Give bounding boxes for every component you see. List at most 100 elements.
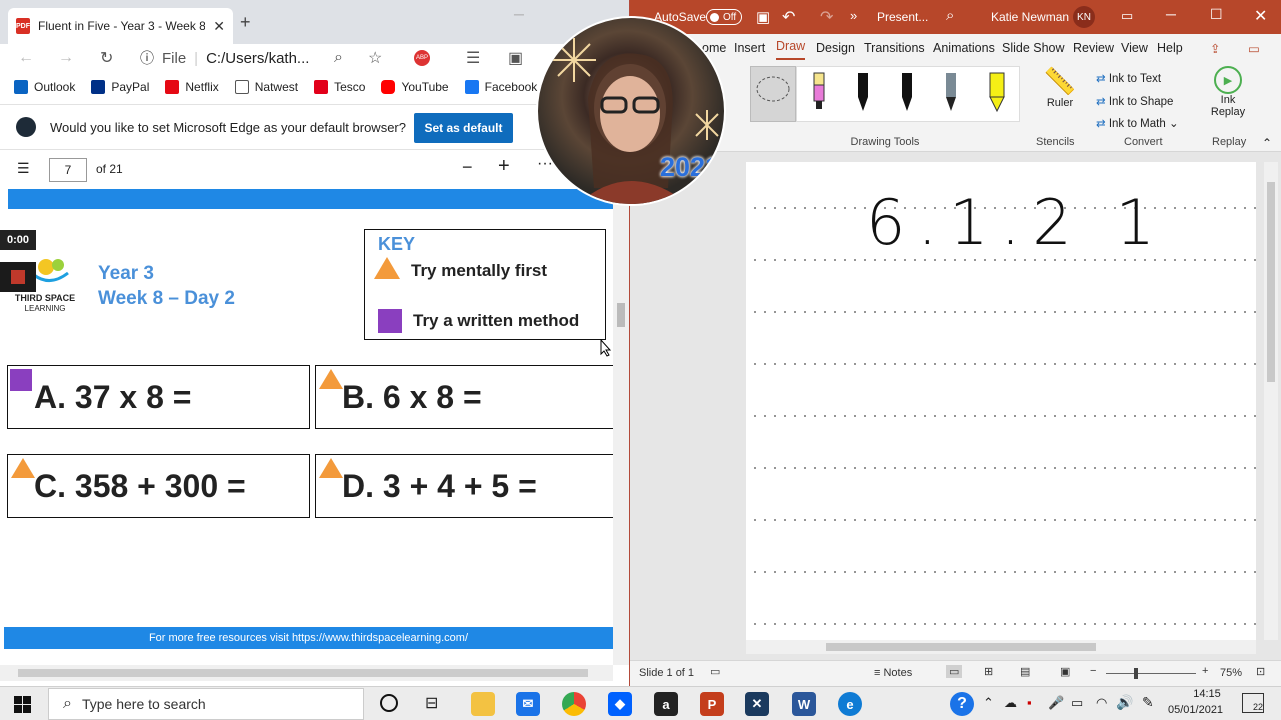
new-tab-icon[interactable]: + bbox=[240, 12, 251, 33]
notification-center-icon[interactable]: 22 bbox=[1242, 693, 1264, 713]
bookmark-youtube[interactable]: YouTube bbox=[381, 80, 449, 94]
ribbon-display-icon[interactable]: ▭ bbox=[1121, 8, 1133, 24]
accessibility-icon[interactable]: ▭ bbox=[710, 665, 720, 678]
zoom-icon[interactable]: ⌕ bbox=[334, 44, 343, 72]
word-icon[interactable]: W bbox=[792, 692, 816, 716]
comments-icon[interactable]: ▭ bbox=[1248, 34, 1260, 62]
tab-insert[interactable]: Insert bbox=[734, 34, 765, 62]
set-as-default-button[interactable]: Set as default bbox=[414, 113, 513, 143]
app-x-icon[interactable]: ✕ bbox=[745, 692, 769, 716]
ink-to-shape-button[interactable]: ⇄ Ink to Shape bbox=[1096, 91, 1179, 114]
microphone-icon[interactable]: 🎤 bbox=[1048, 695, 1064, 711]
fit-slide-icon[interactable]: ⊡ bbox=[1256, 665, 1265, 678]
slideshow-icon[interactable]: ▣ bbox=[1060, 665, 1070, 678]
bookmark-facebook[interactable]: Facebook bbox=[464, 80, 537, 94]
windows-start-icon[interactable] bbox=[14, 696, 31, 713]
slide-horizontal-scrollbar[interactable] bbox=[746, 640, 1256, 654]
zoom-out-icon[interactable]: − bbox=[462, 157, 473, 178]
ink-to-text-button[interactable]: ⇄ Ink to Text bbox=[1096, 68, 1179, 91]
volume-icon[interactable]: 🔊 bbox=[1116, 694, 1133, 711]
pen-black-icon[interactable] bbox=[855, 71, 871, 113]
more-commands-icon[interactable]: » bbox=[850, 8, 857, 23]
address-bar[interactable]: ⓘ File | C:/Users/kath... bbox=[140, 44, 309, 72]
normal-view-icon[interactable]: ▭ bbox=[946, 665, 963, 678]
onedrive-icon[interactable]: ☁ bbox=[1004, 695, 1017, 711]
slide-vertical-scrollbar[interactable] bbox=[1264, 162, 1278, 640]
scroll-thumb[interactable] bbox=[1267, 182, 1275, 382]
zoom-slider-thumb[interactable] bbox=[1134, 668, 1138, 679]
zoom-in-icon[interactable]: + bbox=[1202, 665, 1208, 677]
scroll-thumb[interactable] bbox=[826, 643, 1096, 651]
bookmark-netflix[interactable]: Netflix bbox=[165, 80, 219, 94]
reading-view-icon[interactable]: ▤ bbox=[1020, 665, 1030, 678]
close-icon[interactable]: ✕ bbox=[1254, 6, 1267, 26]
bookmark-natwest[interactable]: Natwest bbox=[234, 80, 298, 94]
dropbox-icon[interactable]: ◆ bbox=[608, 692, 632, 716]
share-icon[interactable]: ⇪ bbox=[1210, 34, 1220, 62]
refresh-icon[interactable]: ↻ bbox=[100, 44, 113, 72]
bookmark-paypal[interactable]: PayPal bbox=[91, 80, 149, 94]
zoom-in-icon[interactable]: + bbox=[498, 155, 510, 178]
taskbar-search[interactable]: ⌕ Type here to search bbox=[48, 688, 364, 720]
save-icon[interactable]: ▣ bbox=[756, 8, 770, 26]
tab-draw[interactable]: Draw bbox=[776, 34, 806, 60]
zoom-slider[interactable] bbox=[1106, 668, 1196, 679]
autosave-toggle[interactable]: Off bbox=[706, 9, 742, 25]
tab-review[interactable]: Review bbox=[1073, 34, 1114, 62]
footer-link[interactable]: https://www.thirdspacelearning.com/ bbox=[292, 632, 468, 644]
zoom-out-icon[interactable]: − bbox=[1090, 665, 1096, 677]
amazon-icon[interactable]: a bbox=[654, 692, 678, 716]
tab-view[interactable]: View bbox=[1121, 34, 1148, 62]
scroll-thumb[interactable] bbox=[18, 669, 588, 677]
show-hidden-icons[interactable]: ⌃ bbox=[983, 695, 994, 711]
ink-replay-button[interactable]: ▶ Ink Replay bbox=[1204, 66, 1252, 118]
minimize-icon[interactable]: ─ bbox=[1166, 6, 1176, 22]
pen-workspace-icon[interactable]: ✎ bbox=[1142, 694, 1154, 711]
lasso-select-button[interactable] bbox=[750, 66, 796, 122]
highlighter-yellow-icon[interactable] bbox=[987, 71, 1007, 113]
highlighter-pink-icon[interactable] bbox=[811, 71, 827, 113]
tab-animations[interactable]: Animations bbox=[933, 34, 995, 62]
notes-button[interactable]: ≡ Notes bbox=[874, 667, 912, 679]
scroll-thumb[interactable] bbox=[617, 303, 625, 327]
powerpoint-icon[interactable]: P bbox=[700, 692, 724, 716]
chrome-icon[interactable] bbox=[562, 692, 586, 716]
slide-sorter-icon[interactable]: ⊞ bbox=[984, 665, 993, 678]
forward-icon[interactable]: → bbox=[58, 44, 74, 72]
maximize-icon[interactable]: ☐ bbox=[1210, 6, 1223, 23]
stop-recording-button[interactable] bbox=[0, 262, 36, 292]
close-tab-icon[interactable]: ✕ bbox=[213, 18, 225, 35]
minimize-icon[interactable]: ─ bbox=[514, 6, 524, 22]
bookmark-outlook[interactable]: Outlook bbox=[14, 80, 75, 94]
favorites-icon[interactable]: ☰ bbox=[466, 44, 480, 72]
back-icon[interactable]: ← bbox=[18, 44, 34, 72]
file-explorer-icon[interactable] bbox=[471, 692, 495, 716]
adblock-icon[interactable]: ABP bbox=[414, 50, 430, 66]
zoom-level[interactable]: 75% bbox=[1220, 667, 1242, 679]
cortana-icon[interactable] bbox=[380, 694, 398, 712]
pdf-horizontal-scrollbar[interactable] bbox=[0, 665, 613, 681]
bookmark-tesco[interactable]: Tesco bbox=[314, 80, 365, 94]
search-icon[interactable]: ⌕ bbox=[946, 7, 954, 24]
edge-icon[interactable]: e bbox=[838, 692, 862, 716]
collapse-ribbon-icon[interactable]: ⌃ bbox=[1262, 136, 1272, 150]
collections-icon[interactable]: ▣ bbox=[508, 44, 523, 72]
clock-time[interactable]: 14:15 bbox=[1184, 688, 1230, 700]
contents-icon[interactable]: ☰ bbox=[17, 160, 30, 177]
wifi-icon[interactable]: ◠ bbox=[1096, 695, 1107, 711]
user-avatar[interactable]: KN bbox=[1073, 6, 1095, 28]
tab-design[interactable]: Design bbox=[816, 34, 855, 62]
browser-tab[interactable]: PDF Fluent in Five - Year 3 - Week 8.p ✕ bbox=[8, 8, 233, 44]
tray-app-icon[interactable]: ▪ bbox=[1027, 695, 1032, 710]
clock-date[interactable]: 05/01/2021 bbox=[1168, 704, 1223, 716]
tab-help[interactable]: Help bbox=[1157, 34, 1183, 62]
task-view-icon[interactable]: ⊟ bbox=[425, 693, 438, 713]
pen-black-selected-icon[interactable] bbox=[899, 71, 915, 113]
favorite-star-icon[interactable]: ☆ bbox=[368, 44, 382, 72]
tab-slide-show[interactable]: Slide Show bbox=[1002, 34, 1065, 62]
undo-icon[interactable]: ↶ bbox=[782, 7, 795, 27]
help-icon[interactable]: ? bbox=[950, 692, 974, 716]
ruler-button[interactable]: 📏 Ruler bbox=[1038, 66, 1082, 122]
ink-to-math-button[interactable]: ⇄ Ink to Math ⌄ bbox=[1096, 113, 1179, 136]
webcam-icon[interactable]: ▭ bbox=[1071, 695, 1083, 711]
